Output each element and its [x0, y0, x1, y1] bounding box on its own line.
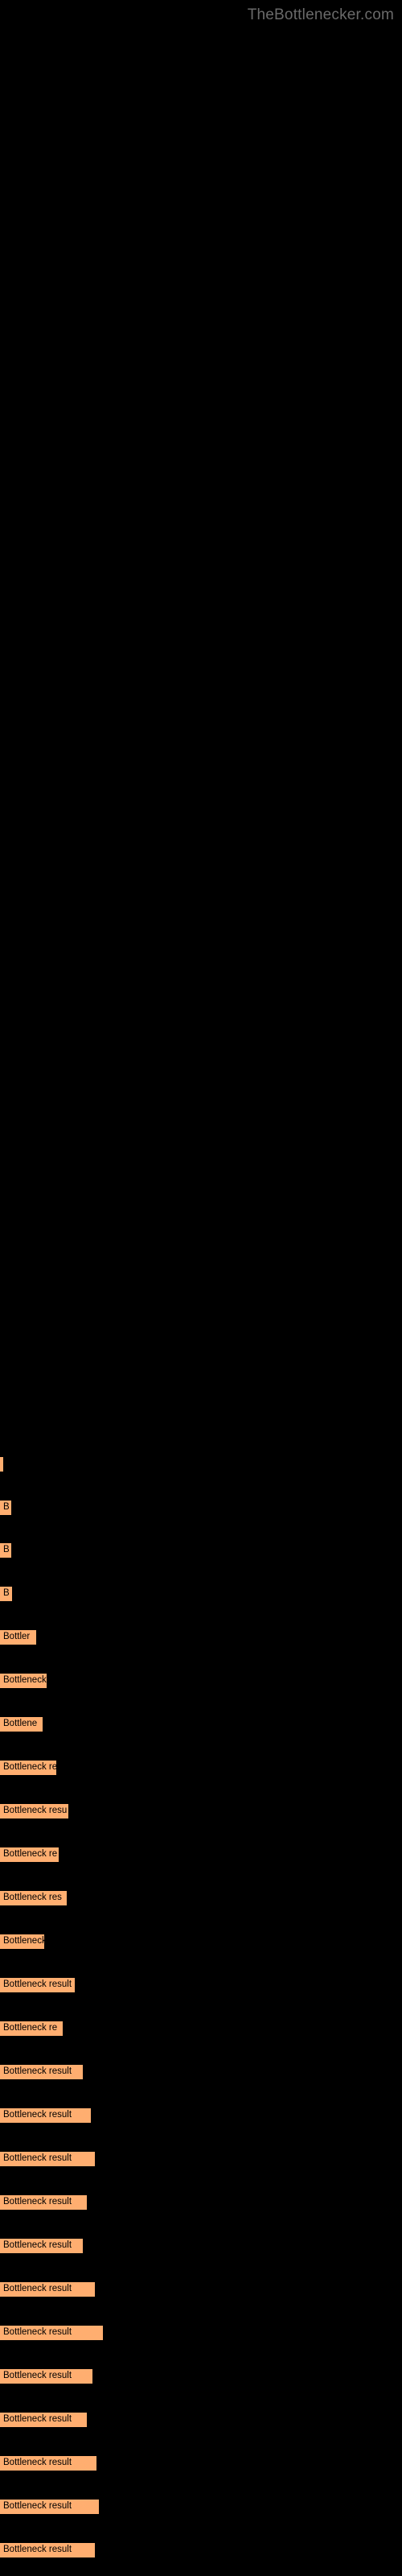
- bar-19: Bottleneck result: [0, 2282, 95, 2297]
- bar-14: Bottleneck result: [0, 2065, 83, 2079]
- bar-10: Bottleneck res: [0, 1891, 67, 1905]
- bar-label-15: Bottleneck result: [3, 2110, 72, 2120]
- bar-label-8: Bottleneck resu: [3, 1806, 68, 1816]
- bar-label-6: Bottlene: [3, 1719, 38, 1729]
- bar-label-5: Bottleneck: [3, 1675, 47, 1686]
- bar-chart-plot-area: B B B Bottler Bottleneck Bottlene Bottleneck r…: [0, 0, 402, 2576]
- bar-label-1: B: [3, 1502, 10, 1513]
- bar-25: Bottleneck result: [0, 2543, 95, 2557]
- bar-12: Bottleneck result: [0, 1978, 75, 1992]
- bar-21: Bottleneck result: [0, 2369, 92, 2384]
- bar-1: B: [0, 1501, 11, 1515]
- bar-18: Bottleneck result: [0, 2239, 83, 2253]
- bar-15: Bottleneck result: [0, 2108, 91, 2123]
- bar-22: Bottleneck result: [0, 2413, 87, 2427]
- bar-0: [0, 1457, 3, 1472]
- bar-label-10: Bottleneck res: [3, 1893, 62, 1903]
- bar-7: Bottleneck re: [0, 1761, 56, 1775]
- bar-23: Bottleneck result: [0, 2456, 96, 2471]
- bar-label-9: Bottleneck re: [3, 1849, 58, 1860]
- bar-13: Bottleneck re: [0, 2021, 63, 2036]
- bar-label-23: Bottleneck result: [3, 2458, 72, 2468]
- bar-4: Bottler: [0, 1630, 36, 1645]
- bar-label-3: B: [3, 1588, 10, 1599]
- bar-label-18: Bottleneck result: [3, 2240, 72, 2251]
- bar-11: Bottleneck: [0, 1934, 44, 1949]
- bar-8: Bottleneck resu: [0, 1804, 68, 1818]
- bar-3: B: [0, 1587, 12, 1601]
- bar-6: Bottlene: [0, 1717, 43, 1732]
- bar-label-7: Bottleneck re: [3, 1762, 56, 1773]
- bar-label-25: Bottleneck result: [3, 2545, 72, 2555]
- bar-label-21: Bottleneck result: [3, 2371, 72, 2381]
- bar-label-20: Bottleneck result: [3, 2327, 72, 2338]
- bar-label-2: B: [3, 1545, 10, 1555]
- bar-label-14: Bottleneck result: [3, 2066, 72, 2077]
- bar-label-11: Bottleneck: [3, 1936, 44, 1946]
- bar-17: Bottleneck result: [0, 2195, 87, 2210]
- bar-label-12: Bottleneck result: [3, 1979, 72, 1990]
- bar-24: Bottleneck result: [0, 2500, 99, 2514]
- bar-16: Bottleneck result: [0, 2152, 95, 2166]
- bar-label-13: Bottleneck re: [3, 2023, 58, 2033]
- bar-label-17: Bottleneck result: [3, 2197, 72, 2207]
- bar-9: Bottleneck re: [0, 1847, 59, 1862]
- bar-5: Bottleneck: [0, 1674, 47, 1688]
- bar-label-24: Bottleneck result: [3, 2501, 72, 2512]
- bar-label-16: Bottleneck result: [3, 2153, 72, 2164]
- bar-label-19: Bottleneck result: [3, 2284, 72, 2294]
- bar-label-22: Bottleneck result: [3, 2414, 72, 2425]
- bar-label-4: Bottler: [3, 1632, 31, 1642]
- bar-2: B: [0, 1543, 11, 1558]
- bar-20: Bottleneck result: [0, 2326, 103, 2340]
